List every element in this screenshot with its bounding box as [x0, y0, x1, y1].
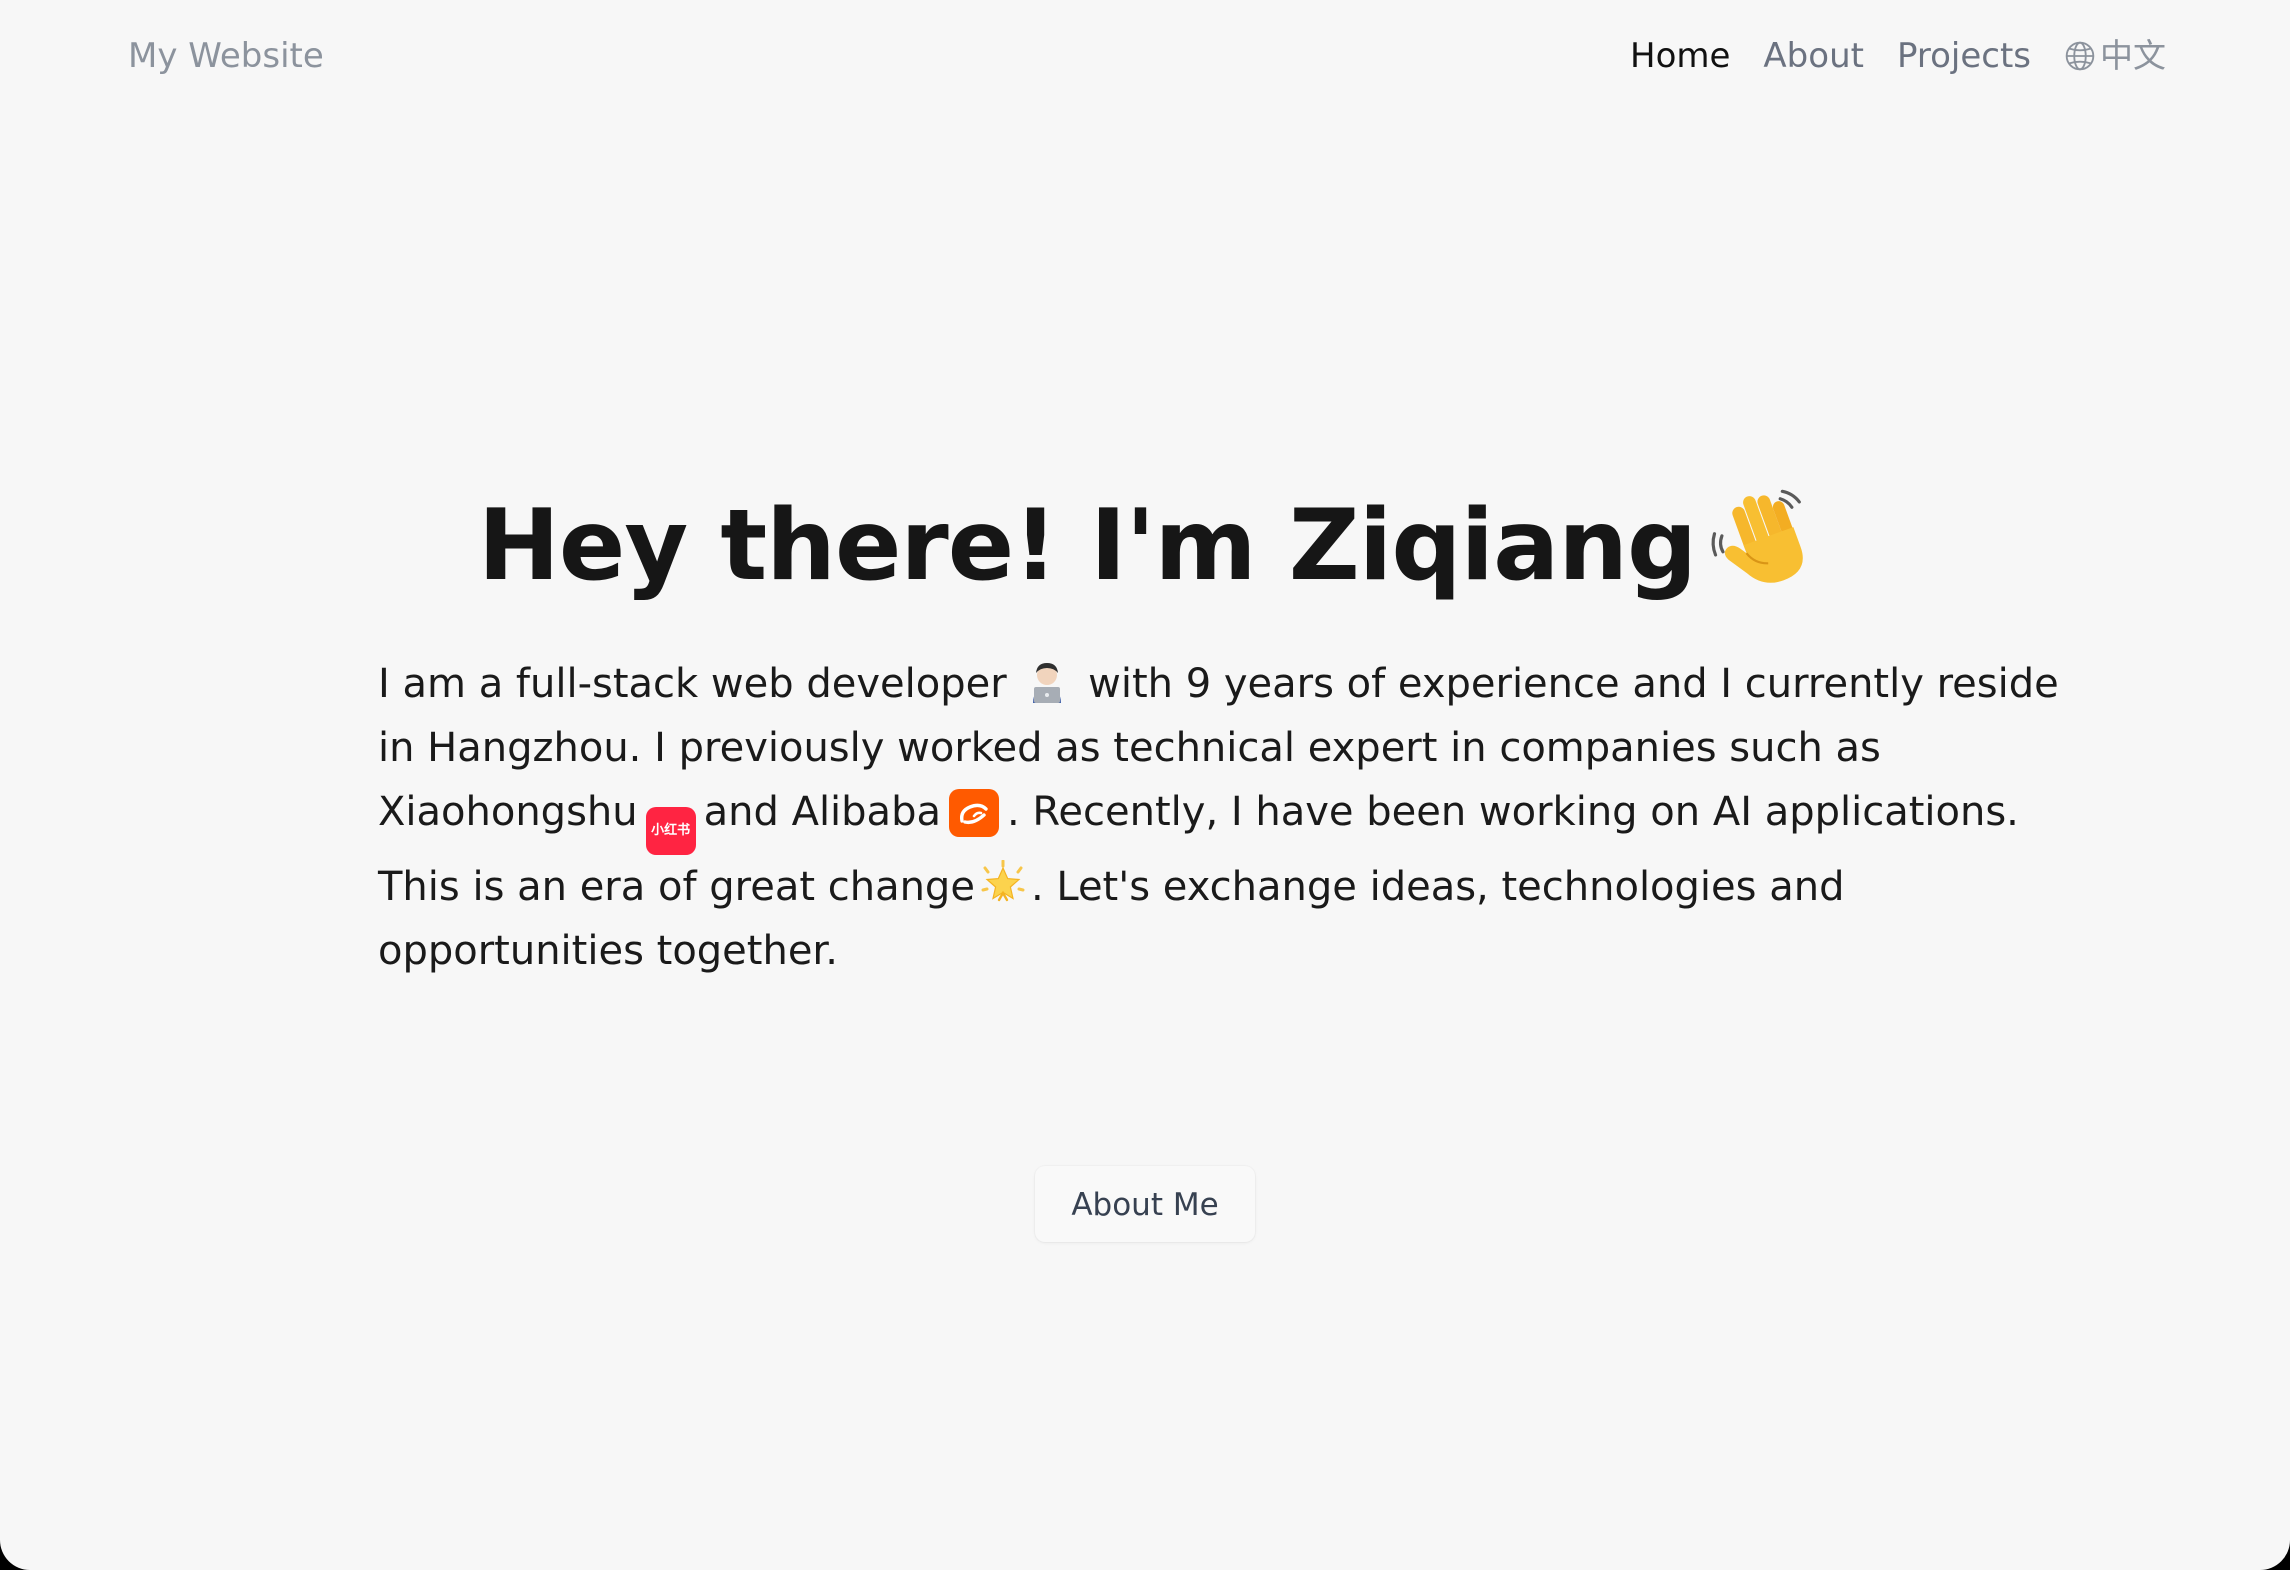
intro-text-4a: This is an era of great change: [378, 864, 975, 910]
intro-line-1: I am a full-stack web developer with 9 y…: [378, 652, 2059, 716]
language-switch[interactable]: 中文: [2064, 30, 2166, 82]
site-brand-link[interactable]: My Website: [128, 30, 324, 82]
technologist-emoji: [1023, 657, 1071, 705]
intro-text-3a: Xiaohongshu: [378, 789, 638, 835]
intro-text-1a: I am a full-stack web developer: [378, 661, 1007, 707]
top-navigation: My Website Home About Projects 中文: [0, 0, 2290, 112]
waving-hand-emoji: [1706, 485, 1812, 591]
intro-line-4: This is an era of great change . Let's e…: [378, 855, 1918, 919]
nav-item-projects[interactable]: Projects: [1897, 30, 2031, 82]
intro-text-4b: . Let's exchange ideas, technologies and: [1030, 864, 1845, 910]
nav-menu: Home About Projects 中文: [1630, 30, 2166, 82]
language-label: 中文: [2100, 36, 2166, 75]
intro-text-1b: with 9 years of experience and I current…: [1088, 661, 2059, 707]
hero-title-text: Hey there! I'm Ziqiang: [477, 488, 1697, 603]
glowing-star-emoji: [979, 859, 1027, 908]
xiaohongshu-logo-icon: 小红书: [645, 807, 696, 855]
intro-text-3c: . Recently, I have been working on AI ap…: [1006, 789, 2019, 835]
intro-line-3: Xiaohongshu 小红书 and Alibaba . Recently, I …: [378, 780, 2019, 855]
about-me-button[interactable]: About Me: [1035, 1166, 1255, 1242]
globe-icon: [2064, 40, 2096, 72]
alibaba-logo-icon: [948, 789, 999, 837]
intro-line-5: opportunities together.: [378, 928, 838, 974]
intro-text-3b: and Alibaba: [703, 789, 941, 835]
hero-heading: Hey there! I'm Ziqiang: [0, 476, 2290, 616]
nav-item-about[interactable]: About: [1763, 30, 1864, 82]
page: My Website Home About Projects 中文 Hey th…: [0, 0, 2290, 1570]
intro-paragraph: I am a full-stack web developer with 9 y…: [378, 652, 2059, 983]
intro-line-2: in Hangzhou. I previously worked as tech…: [378, 725, 1881, 771]
nav-item-home[interactable]: Home: [1630, 30, 1730, 82]
